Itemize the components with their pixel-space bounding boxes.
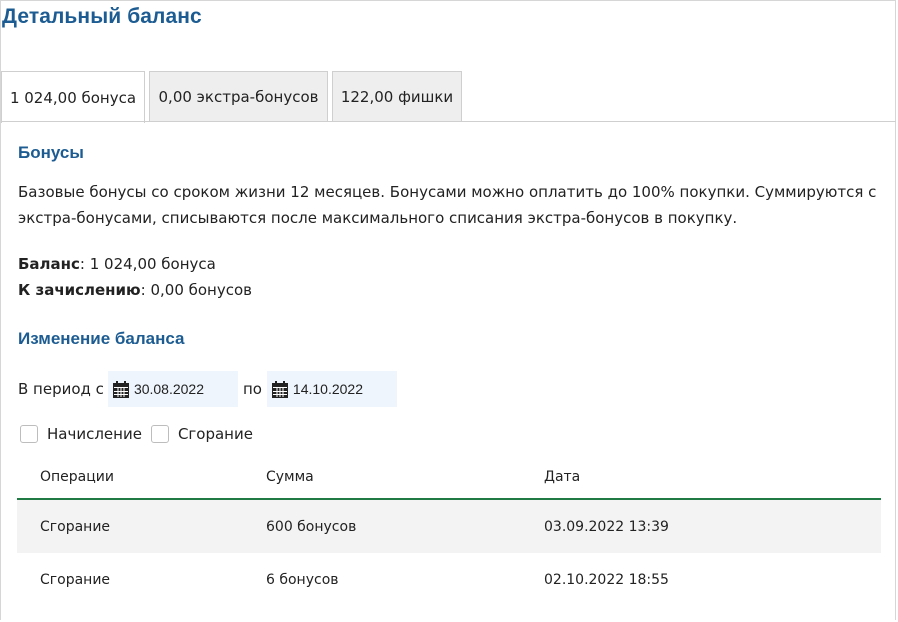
- history-section-title: Изменение баланса: [18, 329, 185, 348]
- expiry-checkbox-label[interactable]: Сгорание: [178, 425, 253, 443]
- operation-filters: Начисление Сгорание: [20, 425, 262, 443]
- to-label: по: [242, 380, 262, 398]
- calendar-icon: [112, 380, 129, 398]
- row-amount: 6 бонусов: [266, 571, 339, 588]
- bonuses-description: Базовые бонусы со сроком жизни 12 месяце…: [18, 183, 877, 227]
- balance-value: : 1 024,00 бонуса: [79, 255, 216, 273]
- accrual-checkbox[interactable]: [20, 425, 38, 443]
- accrual-value: : 0,00 бонусов: [140, 281, 253, 299]
- row-operation: Сгорание: [40, 518, 111, 535]
- page-title: Детальный баланс: [2, 5, 202, 28]
- calendar-icon: [271, 380, 288, 398]
- row-date: 02.10.2022 18:55: [544, 571, 669, 588]
- table-row: Сгорание 6 бонусов 02.10.2022 18:55: [17, 553, 881, 606]
- tab-chips[interactable]: 122,00 фишки: [332, 71, 462, 122]
- accrual-checkbox-label[interactable]: Начисление: [47, 425, 142, 443]
- balance-tabs: 1 024,00 бонуса 0,00 экстра-бонусов 122,…: [1, 71, 466, 123]
- balance-line: Баланс: 1 024,00 бонуса: [18, 255, 216, 273]
- date-to-field[interactable]: 14.10.2022: [266, 371, 397, 407]
- row-operation: Сгорание: [40, 571, 111, 588]
- column-header-date: Дата: [544, 469, 581, 485]
- table-header: Операции Сумма Дата: [17, 456, 881, 500]
- row-amount: 600 бонусов: [266, 518, 357, 535]
- column-header-amount: Сумма: [266, 469, 314, 485]
- balance-label: Баланс: [18, 255, 80, 273]
- period-label: В период с: [18, 380, 104, 398]
- date-from-field[interactable]: 30.08.2022: [107, 371, 238, 407]
- operations-table: Операции Сумма Дата Сгорание 600 бонусов…: [17, 456, 881, 606]
- accrual-label: К зачислению: [18, 281, 141, 299]
- accrual-line: К зачислению: 0,00 бонусов: [18, 281, 252, 299]
- date-to-value: 14.10.2022: [292, 381, 363, 397]
- row-date: 03.09.2022 13:39: [544, 518, 669, 535]
- table-row: Сгорание 600 бонусов 03.09.2022 13:39: [17, 500, 881, 553]
- tab-bonuses[interactable]: 1 024,00 бонуса: [1, 71, 145, 123]
- date-from-value: 30.08.2022: [133, 381, 205, 397]
- period-filter: В период с 30.08.2022 по 14.10.2022: [18, 371, 397, 407]
- tab-extra-bonuses[interactable]: 0,00 экстра-бонусов: [149, 71, 328, 122]
- column-header-operations: Операции: [40, 469, 114, 485]
- expiry-checkbox[interactable]: [150, 425, 169, 443]
- bonuses-section-title: Бонусы: [18, 143, 84, 162]
